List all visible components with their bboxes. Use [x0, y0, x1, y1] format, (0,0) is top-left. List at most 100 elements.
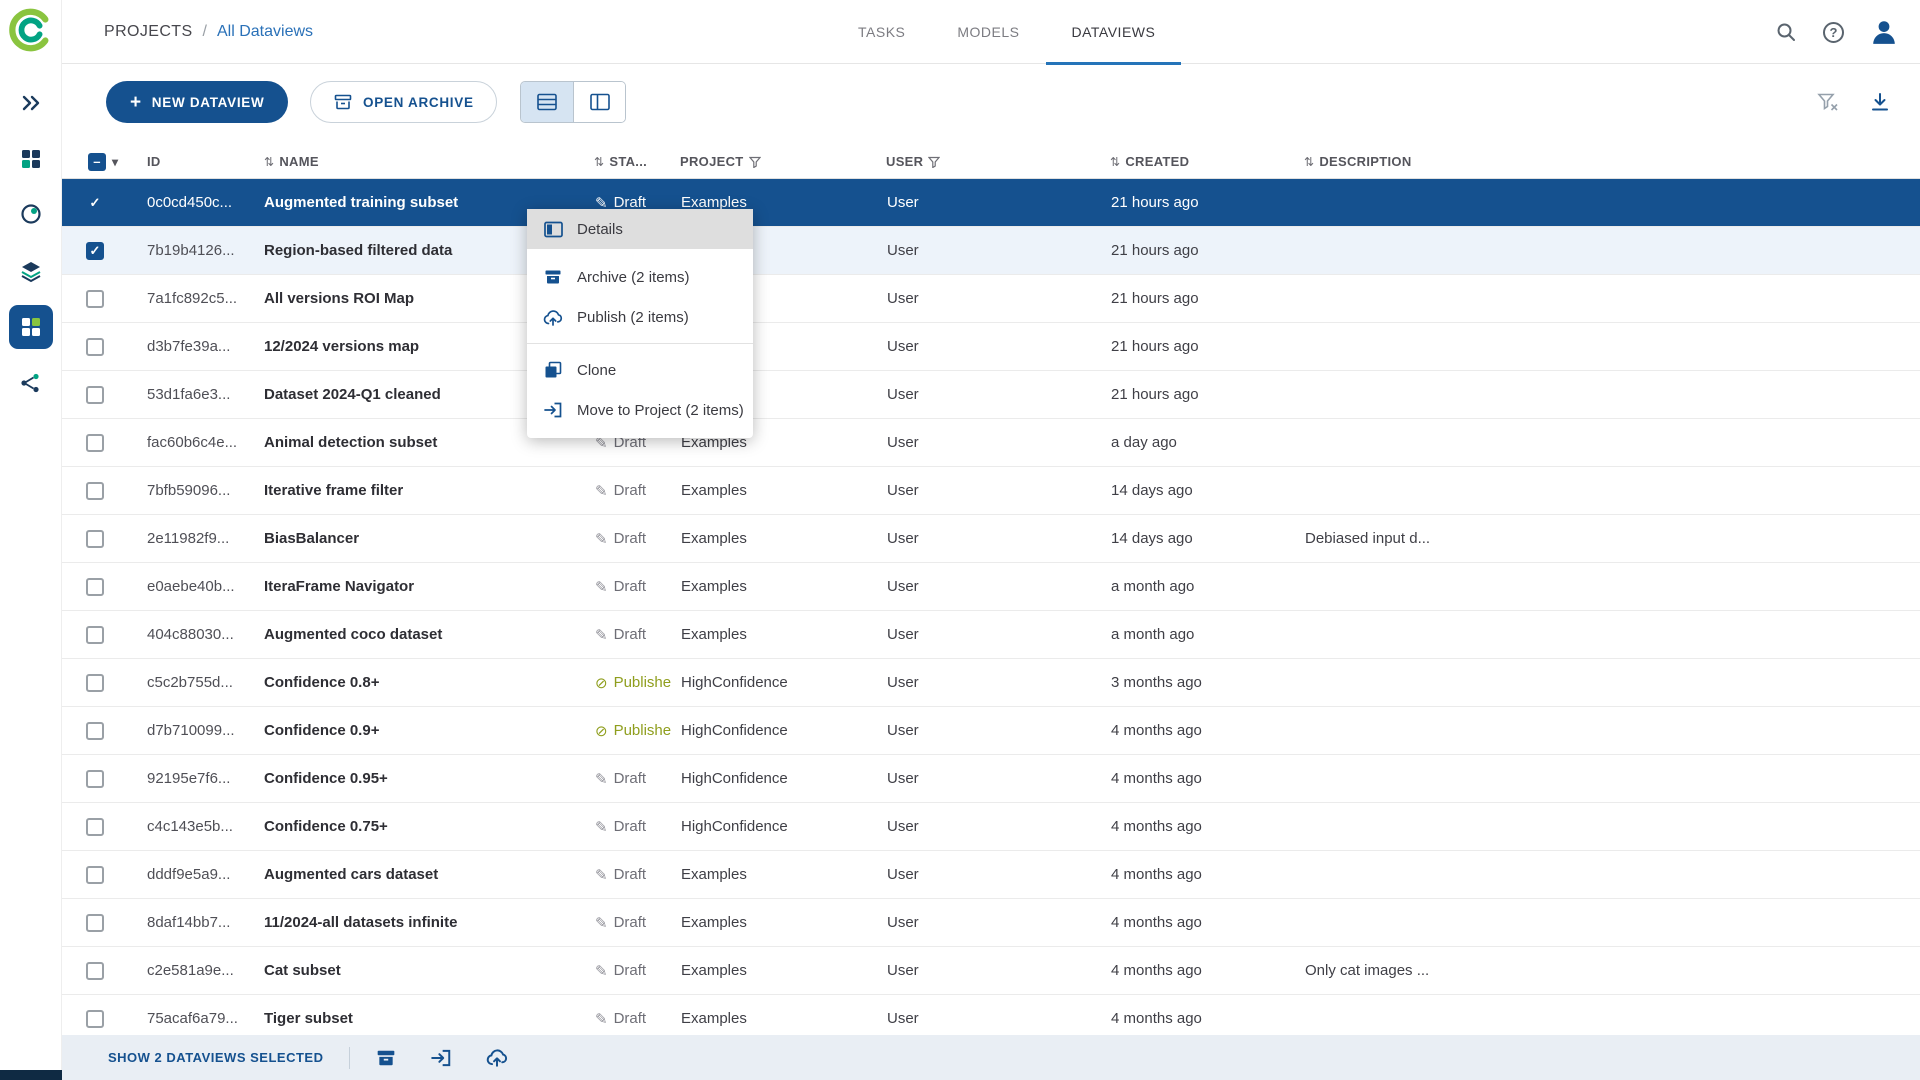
column-header-project[interactable]: PROJECT: [671, 154, 877, 169]
breadcrumb: PROJECTS / All Dataviews: [104, 0, 313, 64]
detail-view-button[interactable]: [573, 82, 625, 122]
sort-icon: ⇅: [1110, 155, 1120, 169]
sidebar-item-datasets[interactable]: [9, 192, 53, 236]
row-id: c2e581a9e...: [138, 962, 255, 979]
row-checkbox[interactable]: ✓: [86, 338, 104, 356]
table-row[interactable]: ✓ 7bfb59096... Iterative frame filter ✎ …: [62, 467, 1920, 515]
table-row[interactable]: ✓ d7b710099... Confidence 0.9+ ⊘ Publish…: [62, 707, 1920, 755]
column-header-user[interactable]: USER: [877, 154, 1101, 169]
status-icon: ✎: [595, 530, 608, 548]
select-all-checkbox[interactable]: –: [88, 153, 106, 171]
download-icon[interactable]: [1870, 92, 1890, 112]
archive-icon: [333, 93, 353, 111]
open-archive-button[interactable]: OPEN ARCHIVE: [310, 81, 497, 123]
sidebar-item-projects[interactable]: [9, 137, 53, 181]
row-checkbox[interactable]: ✓: [86, 818, 104, 836]
column-header-name[interactable]: ⇅ NAME: [255, 154, 585, 169]
row-checkbox[interactable]: ✓: [86, 386, 104, 404]
row-checkbox[interactable]: ✓: [86, 578, 104, 596]
sidebar-item-layers[interactable]: [9, 249, 53, 293]
table-view-button[interactable]: [521, 82, 573, 122]
move-selected-icon[interactable]: [430, 1048, 452, 1068]
row-checkbox[interactable]: ✓: [86, 530, 104, 548]
archive-selected-icon[interactable]: [376, 1048, 396, 1068]
table-row[interactable]: ✓ e0aebe40b... IteraFrame Navigator ✎ Dr…: [62, 563, 1920, 611]
row-checkbox[interactable]: ✓: [86, 770, 104, 788]
row-created: 21 hours ago: [1101, 194, 1295, 211]
menu-item-move-to-project[interactable]: Move to Project (2 items): [527, 390, 753, 430]
status-icon: ✎: [595, 866, 608, 884]
breadcrumb-all-dataviews[interactable]: All Dataviews: [217, 23, 313, 41]
menu-item-clone[interactable]: Clone: [527, 350, 753, 390]
table-row[interactable]: ✓ fac60b6c4e... Animal detection subset …: [62, 419, 1920, 467]
layers-icon: [19, 259, 43, 283]
column-header-id[interactable]: ID: [138, 154, 255, 169]
row-id: 8daf14bb7...: [138, 914, 255, 931]
row-checkbox[interactable]: ✓: [86, 482, 104, 500]
row-status: ✎ Draft: [585, 866, 671, 884]
menu-item-publish[interactable]: Publish (2 items): [527, 297, 753, 337]
toolbar-right-actions: [1816, 81, 1890, 123]
sidebar-item-dashboard[interactable]: [9, 81, 53, 125]
row-created: 14 days ago: [1101, 530, 1295, 547]
table-row[interactable]: ✓ 404c88030... Augmented coco dataset ✎ …: [62, 611, 1920, 659]
menu-item-details[interactable]: Details: [527, 209, 753, 249]
table-row[interactable]: ✓ c4c143e5b... Confidence 0.75+ ✎ Draft …: [62, 803, 1920, 851]
row-user: User: [877, 290, 1101, 307]
table-row[interactable]: ✓ 7a1fc892c5... All versions ROI Map Use…: [62, 275, 1920, 323]
column-header-status[interactable]: ⇅ STA...: [585, 154, 671, 169]
row-checkbox[interactable]: ✓: [86, 194, 104, 212]
row-checkbox[interactable]: ✓: [86, 914, 104, 932]
new-dataview-button[interactable]: + NEW DATAVIEW: [106, 81, 288, 123]
table-row[interactable]: ✓ d3b7fe39a... 12/2024 versions map User…: [62, 323, 1920, 371]
table-row[interactable]: ✓ 92195e7f6... Confidence 0.95+ ✎ Draft …: [62, 755, 1920, 803]
publish-selected-icon[interactable]: [486, 1048, 508, 1067]
topbar-actions: ?: [1775, 0, 1898, 64]
row-checkbox[interactable]: ✓: [86, 674, 104, 692]
menu-item-archive[interactable]: Archive (2 items): [527, 257, 753, 297]
row-checkbox[interactable]: ✓: [86, 1010, 104, 1028]
selection-count-label[interactable]: SHOW 2 DATAVIEWS SELECTED: [108, 1050, 323, 1065]
breadcrumb-projects[interactable]: PROJECTS: [104, 23, 193, 41]
search-icon[interactable]: [1775, 21, 1797, 43]
row-checkbox[interactable]: ✓: [86, 434, 104, 452]
clear-filters-icon[interactable]: [1816, 92, 1838, 112]
table-row[interactable]: ✓ 7b19b4126... Region-based filtered dat…: [62, 227, 1920, 275]
tab-models[interactable]: MODELS: [931, 0, 1045, 64]
table-row[interactable]: ✓ 0c0cd450c... Augmented training subset…: [62, 179, 1920, 227]
table-row[interactable]: ✓ c5c2b755d... Confidence 0.8+ ⊘ Publish…: [62, 659, 1920, 707]
row-checkbox[interactable]: ✓: [86, 290, 104, 308]
table-row[interactable]: ✓ 8daf14bb7... 11/2024-all datasets infi…: [62, 899, 1920, 947]
row-id: e0aebe40b...: [138, 578, 255, 595]
open-archive-label: OPEN ARCHIVE: [363, 95, 474, 110]
row-checkbox[interactable]: ✓: [86, 626, 104, 644]
row-user: User: [877, 962, 1101, 979]
select-all-header: – ▾: [62, 153, 138, 171]
status-label: Published: [614, 674, 671, 691]
row-select-cell: ✓: [62, 482, 138, 500]
row-checkbox[interactable]: ✓: [86, 242, 104, 260]
row-checkbox[interactable]: ✓: [86, 962, 104, 980]
table-row[interactable]: ✓ c2e581a9e... Cat subset ✎ Draft Exampl…: [62, 947, 1920, 995]
table-row[interactable]: ✓ 53d1fa6e3... Dataset 2024-Q1 cleaned U…: [62, 371, 1920, 419]
row-checkbox[interactable]: ✓: [86, 866, 104, 884]
clearml-logo[interactable]: [8, 7, 54, 53]
row-select-cell: ✓: [62, 818, 138, 836]
check-icon: ✓: [90, 244, 101, 257]
row-status: ✎ Draft: [585, 962, 671, 980]
menu-item-label: Publish (2 items): [577, 309, 689, 326]
column-header-created[interactable]: ⇅ CREATED: [1101, 154, 1295, 169]
status-label: Draft: [614, 962, 647, 979]
tab-dataviews[interactable]: DATAVIEWS: [1046, 0, 1182, 64]
row-checkbox[interactable]: ✓: [86, 722, 104, 740]
sidebar-item-hyper-datasets[interactable]: [9, 305, 53, 349]
sidebar-item-pipelines[interactable]: [9, 361, 53, 405]
user-avatar[interactable]: [1870, 18, 1898, 46]
tab-tasks[interactable]: TASKS: [832, 0, 931, 64]
help-icon[interactable]: ?: [1823, 22, 1844, 43]
column-header-description[interactable]: ⇅ DESCRIPTION: [1295, 154, 1920, 169]
row-user: User: [877, 578, 1101, 595]
table-row[interactable]: ✓ dddf9e5a9... Augmented cars dataset ✎ …: [62, 851, 1920, 899]
select-dropdown-caret[interactable]: ▾: [112, 155, 118, 169]
table-row[interactable]: ✓ 2e11982f9... BiasBalancer ✎ Draft Exam…: [62, 515, 1920, 563]
